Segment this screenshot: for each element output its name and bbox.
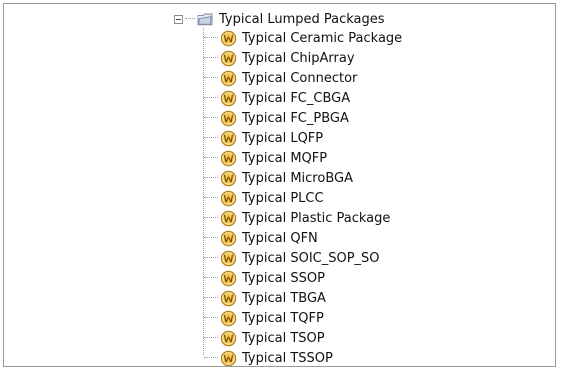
tree-item[interactable]: Typical SSOP	[204, 268, 325, 288]
tree-item[interactable]: Typical SOIC_SOP_SO	[204, 248, 380, 268]
tree-connector-line	[204, 217, 218, 219]
tree-item-label: Typical QFN	[242, 230, 318, 246]
tree-item[interactable]: Typical Connector	[204, 68, 357, 88]
tree-item-label: Typical MicroBGA	[242, 170, 353, 186]
tree-connector-line	[204, 237, 218, 239]
w-badge-icon	[220, 290, 237, 306]
tree-item[interactable]: Typical LQFP	[204, 128, 323, 148]
tree-item-label: Typical FC_CBGA	[242, 90, 351, 106]
tree-connector-line	[204, 357, 218, 359]
tree-item-label: Typical TBGA	[242, 290, 326, 306]
w-badge-icon	[220, 170, 237, 186]
tree-item[interactable]: Typical Ceramic Package	[204, 28, 402, 48]
tree-connector-line	[204, 337, 218, 339]
tree-connector-line	[204, 97, 218, 99]
tree-connector-line	[204, 117, 218, 119]
tree-connector-line	[204, 37, 218, 39]
tree-connector-line	[204, 177, 218, 179]
tree-item-label: Typical ChipArray	[242, 50, 355, 66]
tree-connector-line	[204, 277, 218, 279]
tree-connector-line	[204, 317, 218, 319]
w-badge-icon	[220, 210, 237, 226]
tree-item[interactable]: Typical QFN	[204, 228, 318, 248]
folder-icon	[197, 13, 213, 26]
tree-item-label: Typical Connector	[242, 70, 358, 86]
tree-item-label: Typical Plastic Package	[242, 210, 391, 226]
tree-connector-line	[204, 137, 218, 139]
tree-view: Typical Lumped Packages Typical Ceramic …	[4, 4, 555, 366]
tree-item-label: Typical SSOP	[242, 270, 325, 286]
tree-item-label: Typical TSOP	[242, 330, 325, 346]
tree-item[interactable]: Typical TSSOP	[204, 348, 333, 366]
tree-connector-line	[204, 77, 218, 79]
tree-item[interactable]: Typical TSOP	[204, 328, 325, 348]
tree-connector-line	[185, 18, 195, 20]
w-badge-icon	[220, 250, 237, 266]
tree-item-label: Typical PLCC	[242, 190, 324, 206]
tree-item[interactable]: Typical MicroBGA	[204, 168, 353, 188]
tree-item-label: Typical Ceramic Package	[242, 30, 403, 46]
w-badge-icon	[220, 350, 237, 366]
w-badge-icon	[220, 130, 237, 146]
w-badge-icon	[220, 70, 237, 86]
tree-item[interactable]: Typical TBGA	[204, 288, 326, 308]
w-badge-icon	[220, 310, 237, 326]
tree-item[interactable]: Typical Plastic Package	[204, 208, 390, 228]
tree-connector-line	[204, 297, 218, 299]
tree-item-label: Typical FC_PBGA	[242, 110, 349, 126]
tree-item[interactable]: Typical PLCC	[204, 188, 324, 208]
tree-item[interactable]: Typical TQFP	[204, 308, 324, 328]
tree-item[interactable]: Typical FC_PBGA	[204, 108, 349, 128]
w-badge-icon	[220, 30, 237, 46]
tree-connector-line	[204, 157, 218, 159]
tree-connector-line	[204, 197, 218, 199]
tree-node-root[interactable]: Typical Lumped Packages	[174, 9, 385, 29]
w-badge-icon	[220, 50, 237, 66]
w-badge-icon	[220, 110, 237, 126]
tree-item-label: Typical LQFP	[242, 130, 324, 146]
tree-item-label: Typical SOIC_SOP_SO	[242, 250, 380, 266]
tree-item[interactable]: Typical FC_CBGA	[204, 88, 350, 108]
w-badge-icon	[220, 190, 237, 206]
collapse-toggle-icon[interactable]	[174, 14, 183, 24]
tree-node-root-label: Typical Lumped Packages	[219, 11, 385, 27]
w-badge-icon	[220, 270, 237, 286]
tree-item-label: Typical TSSOP	[242, 350, 333, 366]
tree-connector-line	[204, 257, 218, 259]
tree-item-label: Typical TQFP	[242, 310, 324, 326]
tree-item[interactable]: Typical MQFP	[204, 148, 327, 168]
w-badge-icon	[220, 90, 237, 106]
tree-item[interactable]: Typical ChipArray	[204, 48, 355, 68]
tree-connector-line	[204, 57, 218, 59]
tree-item-label: Typical MQFP	[242, 150, 328, 166]
w-badge-icon	[220, 150, 237, 166]
w-badge-icon	[220, 330, 237, 346]
w-badge-icon	[220, 230, 237, 246]
tree-view-panel: Typical Lumped Packages Typical Ceramic …	[3, 3, 556, 367]
